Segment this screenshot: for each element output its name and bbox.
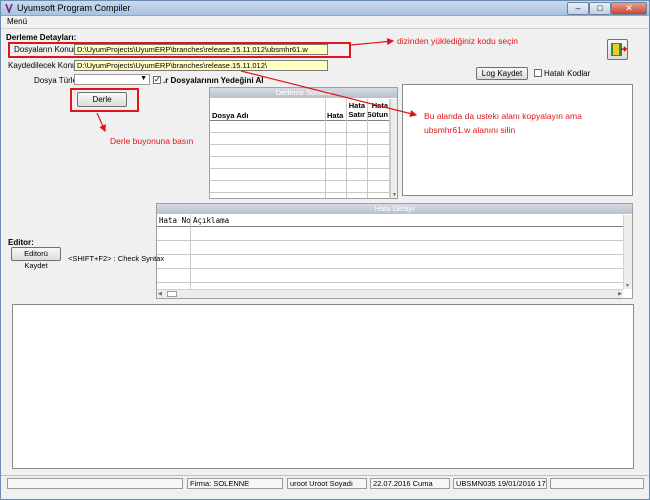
arrow-compile: [96, 112, 106, 133]
annotation-compile-hint: Derle buyonuna basın: [110, 136, 194, 146]
annotation-source-hint: dizinden yüklediğiniz kodu seçin: [397, 36, 518, 46]
status-empty-cell: [7, 478, 183, 489]
annotation-target-hint-1: Bu alanda da ustekı alanı kopyalayın ama: [424, 111, 582, 121]
status-company: Firma: SOLENNE: [187, 478, 283, 489]
annotation-arrows: [96, 37, 418, 133]
arrow-target: [240, 70, 418, 118]
status-date: 22.07.2016 Cuma: [370, 478, 450, 489]
status-user: uroot Uroot Soyadı: [287, 478, 367, 489]
annotation-target-hint-2: ubsmhr61.w alanını silin: [424, 125, 516, 135]
app-window: Uyumsoft Program Compiler – □ ✕ Menü Der…: [0, 0, 650, 500]
status-version: UBSMN035 19/01/2016 17:17: [453, 478, 547, 489]
arrow-source: [350, 37, 395, 46]
status-bar: Firma: SOLENNE uroot Uroot Soyadı 22.07.…: [1, 475, 649, 490]
status-extra-cell: [550, 478, 644, 489]
